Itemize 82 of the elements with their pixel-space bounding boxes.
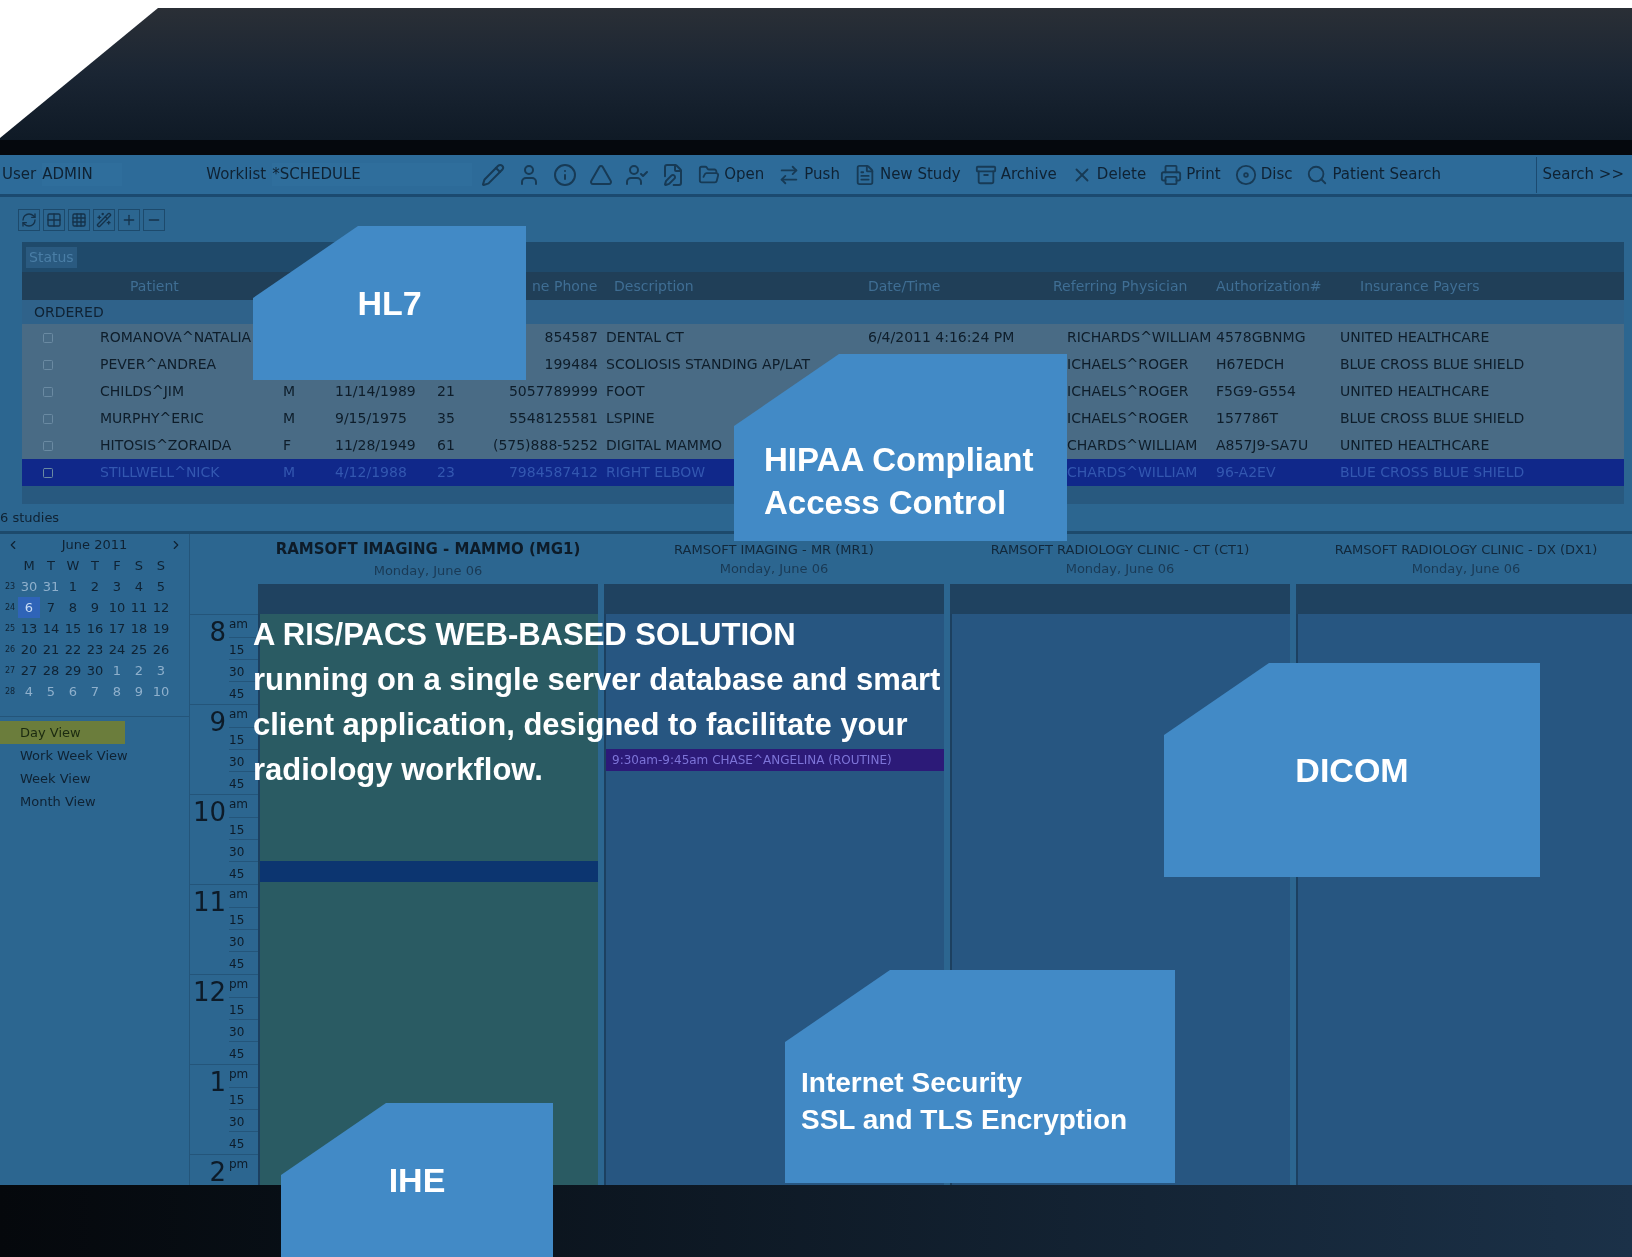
resource-date: Monday, June 06 [1065, 560, 1175, 578]
hour-label: 1 [208, 1066, 226, 1099]
table-cell: RICHARDS^WILLIAM [1067, 329, 1212, 345]
hour-label: 9 [208, 706, 226, 739]
hour-label: 10 [191, 796, 226, 829]
week-number: 24 [3, 601, 17, 614]
table-cell: 61 [437, 437, 455, 453]
table-cell: CHARDS^WILLIAM [1067, 437, 1198, 453]
table-cell: 21 [437, 383, 455, 399]
table-cell: DENTAL CT [606, 329, 684, 345]
week-number: 25 [3, 622, 17, 635]
period-label: pm [229, 1066, 250, 1083]
week-number: 27 [3, 664, 17, 677]
table-cell: CHILDS^JIM [100, 383, 184, 399]
worklist-label: Worklist [206, 164, 267, 186]
table-cell: FOOT [606, 383, 645, 399]
table-cell: PEVER^ANDREA [100, 356, 217, 372]
table-cell: BLUE CROSS BLUE SHIELD [1340, 410, 1525, 426]
table-cell: UNITED HEALTHCARE [1340, 329, 1490, 345]
table-cell: ROMANOVA^NATALIA [100, 329, 252, 345]
period-label: am [229, 616, 250, 633]
week-number: 26 [3, 643, 17, 656]
table-cell: (575)888-5252 [492, 437, 598, 453]
table-cell: M [283, 410, 296, 426]
table-cell: DIGITAL MAMMO [606, 437, 722, 453]
table-cell: LSPINE [606, 410, 655, 426]
week-number: 28 [3, 685, 17, 698]
table-cell: BLUE CROSS BLUE SHIELD [1340, 356, 1525, 372]
study-count: 6 studies [0, 508, 60, 527]
table-cell: 6/4/2011 4:16:24 PM [868, 329, 1015, 345]
table-cell: ICHAELS^ROGER [1067, 356, 1189, 372]
user-label: User [2, 164, 37, 186]
weekday-label: T [46, 557, 56, 575]
callout-text: HIPAA Compliant [764, 440, 1035, 481]
table-cell: SCOLIOSIS STANDING AP/LAT [606, 356, 810, 372]
resource-date: Monday, June 06 [719, 560, 829, 578]
table-cell: MURPHY^ERIC [100, 410, 204, 426]
weekday-label: F [112, 557, 122, 575]
table-cell: 35 [437, 410, 455, 426]
table-cell: A857J9-SA7U [1216, 437, 1309, 453]
table-cell: UNITED HEALTHCARE [1340, 437, 1490, 453]
table-cell: ICHAELS^ROGER [1067, 383, 1189, 399]
table-cell: F5G9-G554 [1216, 383, 1296, 399]
weekday-label: M [22, 557, 36, 575]
callout-text: HL7 [357, 282, 422, 324]
table-cell: F [283, 437, 292, 453]
hour-label: 11 [191, 886, 226, 919]
resource-date: Monday, June 06 [1411, 560, 1521, 578]
callout-text: SSL and TLS Encryption [801, 1102, 1129, 1137]
weekday-label: W [65, 557, 81, 575]
table-cell: UNITED HEALTHCARE [1340, 383, 1490, 399]
callout-text: Access Control [764, 483, 1008, 524]
table-cell: H67EDCH [1216, 356, 1285, 372]
table-cell: 11/28/1949 [335, 437, 416, 453]
month-title: June 2011 [61, 536, 128, 555]
callout-text: DICOM [1295, 749, 1409, 791]
period-label: pm [229, 976, 250, 993]
table-cell: 11/14/1989 [335, 383, 416, 399]
table-cell: 9/15/1975 [335, 410, 407, 426]
resource-date: Monday, June 06 [373, 561, 483, 580]
weekday-label: T [90, 557, 100, 575]
period-label: am [229, 886, 250, 903]
period-label: am [229, 796, 250, 813]
table-cell: ICHAELS^ROGER [1067, 410, 1189, 426]
weekday-label: S [155, 557, 167, 575]
table-cell: 157786T [1216, 410, 1278, 426]
table-cell: M [283, 383, 296, 399]
callout-text: IHE [388, 1159, 446, 1201]
period-label: pm [229, 1156, 250, 1173]
period-label: am [229, 706, 250, 723]
hour-label: 12 [191, 976, 226, 1009]
table-cell: 199484 [544, 356, 598, 372]
table-cell: 854587 [544, 329, 598, 345]
table-cell: HITOSIS^ZORAIDA [100, 437, 232, 453]
week-number: 23 [3, 580, 17, 593]
hour-label: 2 [208, 1156, 226, 1185]
callout-text: Internet Security [801, 1066, 1023, 1101]
table-cell: 5057789999 [508, 383, 598, 399]
table-cell: 4578GBNMG [1216, 329, 1306, 345]
weekday-label: S [133, 557, 145, 575]
hour-label: 8 [208, 616, 226, 649]
table-cell: 5548125581 [508, 410, 598, 426]
